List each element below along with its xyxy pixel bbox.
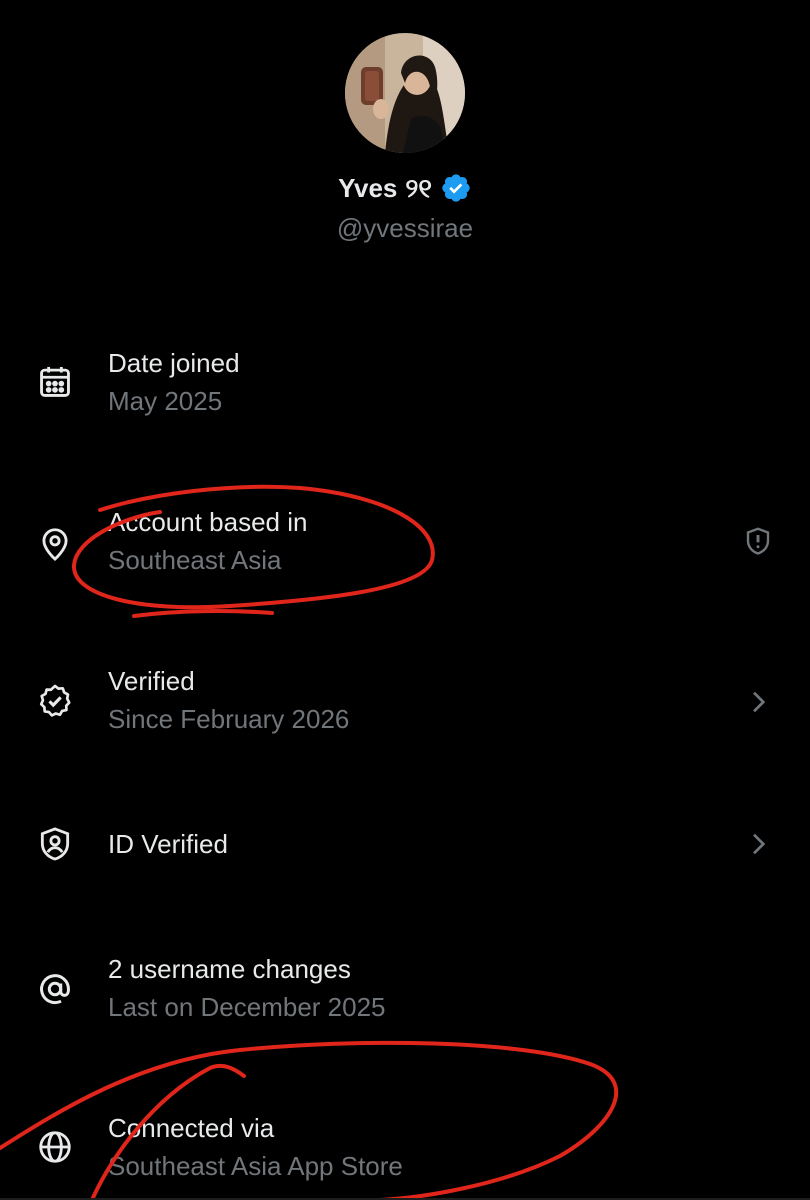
chevron-right-icon[interactable] — [742, 686, 774, 718]
row-title: Account based in — [108, 507, 308, 537]
display-name: Yves — [338, 173, 398, 203]
row-account-based-in: Account based in Southeast Asia — [0, 499, 810, 589]
id-shield-icon — [36, 825, 74, 863]
row-subtitle: May 2025 — [108, 386, 223, 416]
profile-avatar[interactable] — [345, 33, 465, 153]
row-title: 2 username changes — [108, 954, 351, 984]
annotation-underline-account-based — [132, 609, 274, 618]
calendar-icon — [36, 363, 74, 401]
row-connected-via: Connected via Southeast Asia App Store — [0, 1105, 810, 1195]
row-subtitle: Last on December 2025 — [108, 992, 386, 1022]
row-title: Verified — [108, 666, 195, 696]
row-title: Connected via — [108, 1113, 275, 1143]
row-date-joined: Date joined May 2025 — [0, 340, 810, 430]
row-subtitle: Since February 2026 — [108, 704, 350, 734]
row-subtitle: Southeast Asia App Store — [108, 1151, 403, 1181]
globe-icon — [36, 1128, 74, 1166]
at-sign-icon — [36, 970, 74, 1008]
verified-badge-icon — [440, 172, 472, 204]
row-verified[interactable]: Verified Since February 2026 — [0, 658, 810, 748]
profile-handle: @yvessirae — [336, 213, 474, 243]
row-title: Date joined — [108, 348, 240, 378]
row-id-verified[interactable]: ID Verified — [0, 800, 810, 890]
verified-check-icon — [36, 682, 74, 720]
name-decoration: ୨୧ — [405, 173, 432, 203]
row-title: ID Verified — [108, 829, 228, 859]
shield-alert-icon[interactable] — [742, 525, 774, 557]
location-pin-icon — [36, 525, 74, 563]
chevron-right-icon[interactable] — [742, 828, 774, 860]
profile-name-row: Yves ୨୧ — [0, 168, 810, 208]
row-username-changes: 2 username changes Last on December 2025 — [0, 946, 810, 1036]
row-subtitle: Southeast Asia — [108, 545, 282, 575]
